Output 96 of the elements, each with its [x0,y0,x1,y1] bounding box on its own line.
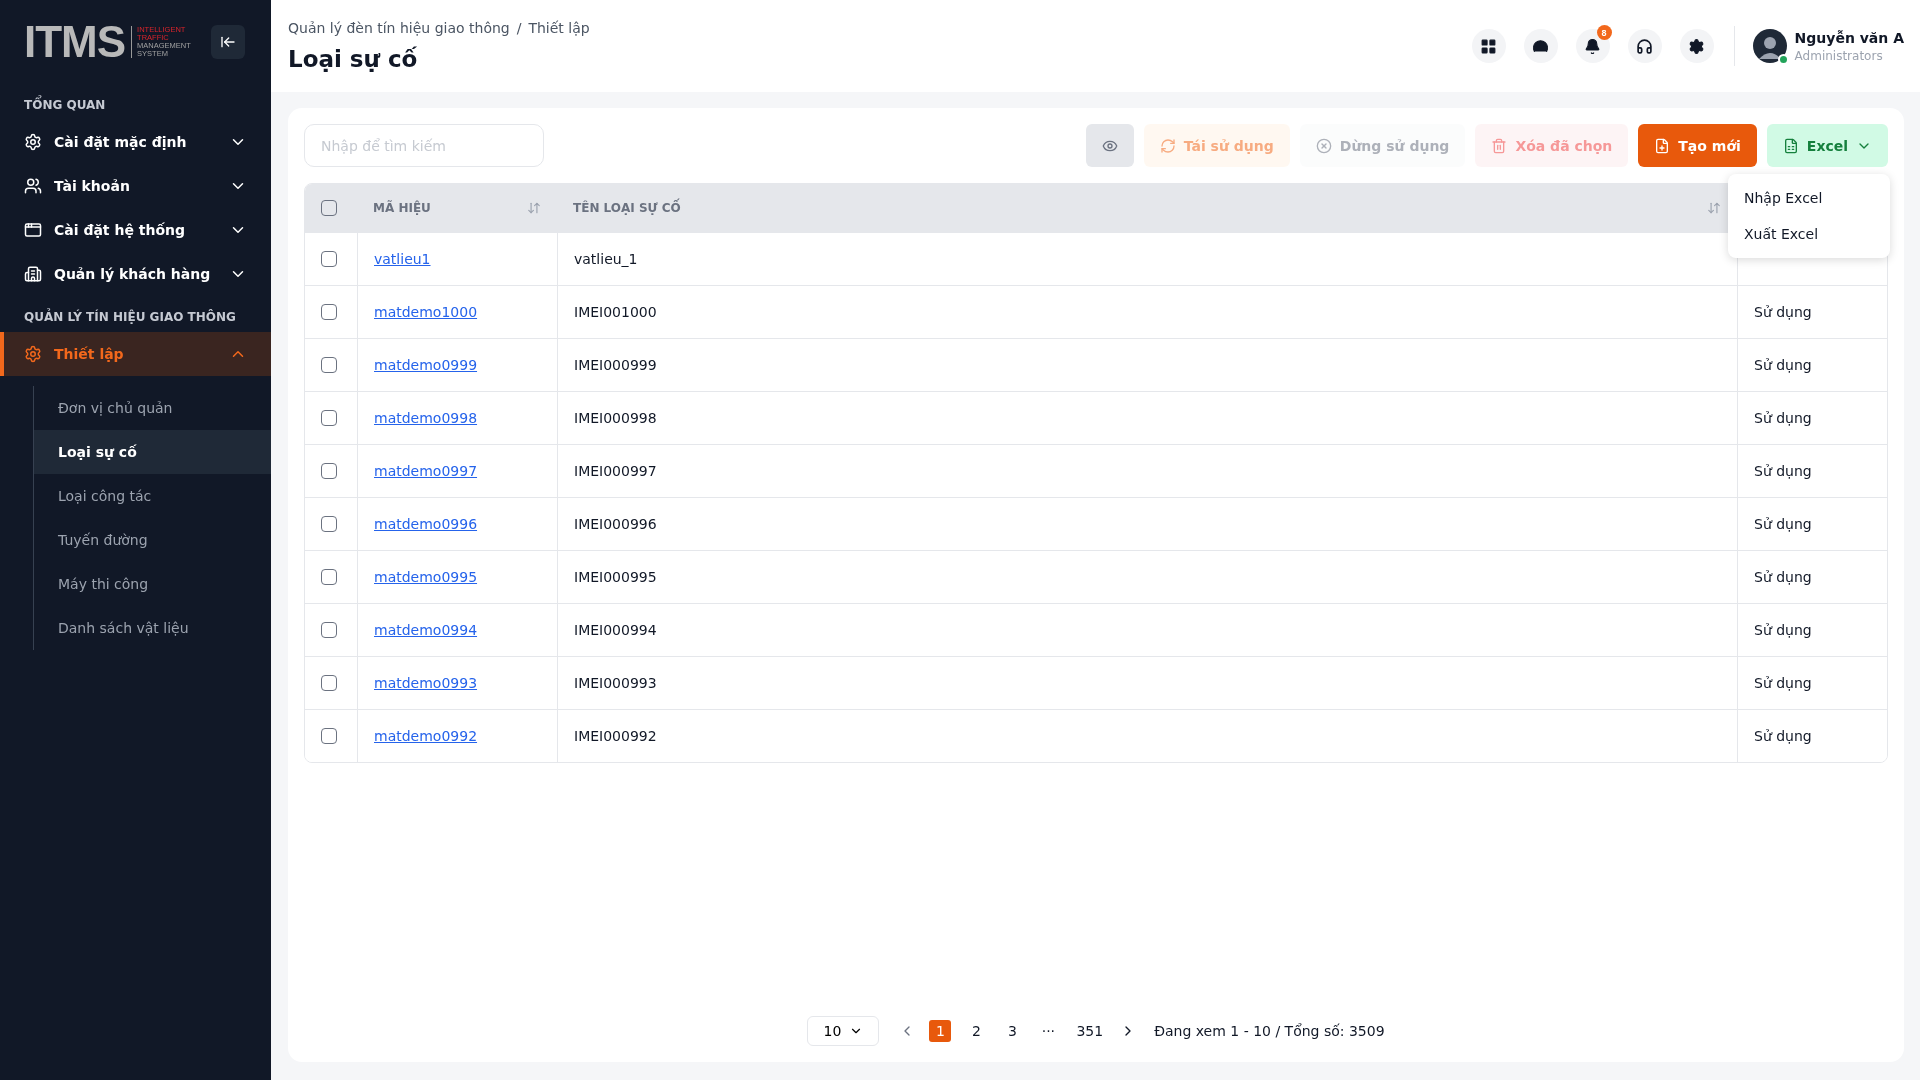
code-link[interactable]: matdemo1000 [374,304,478,320]
sidebar-item[interactable]: Thiết lập [0,332,271,376]
user-name: Nguyễn văn A [1794,29,1904,46]
support-button[interactable] [1627,29,1662,63]
sidebar-section-title: QUẢN LÝ TÍN HIỆU GIAO THÔNG [23,307,237,326]
table-cell: IMEI000994 [574,622,657,638]
notification-badge: 8 [1596,25,1612,40]
sidebar-item-icon [24,177,42,195]
table-cell: vatlieu_1 [574,251,638,267]
code-link[interactable]: matdemo0996 [374,516,478,532]
bell-icon [1584,37,1602,55]
file-plus-icon [1654,137,1671,154]
table-cell: IMEI000992 [574,728,657,744]
pagination-summary: Đang xem 1 - 10 / Tổng số: 3509 [1154,1023,1385,1039]
refresh-icon [1159,137,1176,154]
row-checkbox[interactable] [321,410,337,426]
sidebar-subitem[interactable]: Danh sách vật liệu [34,606,271,650]
page-button[interactable]: 3 [1001,1020,1024,1042]
column-header: MÃ HIỆU [373,201,431,215]
dashboard-button[interactable] [1523,29,1558,63]
code-link[interactable]: matdemo0994 [374,622,478,638]
row-checkbox[interactable] [321,675,337,691]
select-all-checkbox[interactable] [321,200,337,216]
code-link[interactable]: matdemo0992 [374,728,478,744]
circle-x-icon [1315,137,1332,154]
code-link[interactable]: vatlieu1 [374,251,431,267]
sidebar-item-icon [24,345,42,363]
code-link[interactable]: matdemo0995 [374,569,478,585]
code-link[interactable]: matdemo0993 [374,675,478,691]
sidebar-item[interactable]: Tài khoản [0,164,271,208]
table-cell: IMEI000996 [574,516,657,532]
trash-icon [1491,137,1508,154]
table-cell: IMEI000993 [574,675,657,691]
table-cell: IMEI000999 [574,357,657,373]
spreadsheet-icon [1782,137,1799,154]
table-cell: Sử dụng [1754,569,1812,585]
logo-mark: ITMS [24,20,126,64]
sidebar-subitem[interactable]: Loại sự cố [34,430,271,474]
collapse-sidebar-button[interactable] [211,25,245,59]
create-button[interactable]: Tạo mới [1638,124,1757,167]
table-cell: Sử dụng [1754,728,1812,744]
sidebar-section-title: TỔNG QUAN [0,84,271,120]
table-cell: IMEI000995 [574,569,657,585]
row-checkbox[interactable] [321,569,337,585]
row-checkbox[interactable] [321,622,337,638]
sidebar-item[interactable]: Cài đặt mặc định [0,120,271,164]
sidebar-item-icon [24,265,42,283]
excel-button[interactable]: Excel [1766,124,1888,167]
code-link[interactable]: matdemo0998 [374,410,478,426]
breadcrumb-item[interactable]: Thiết lập [528,20,590,36]
table-cell: Sử dụng [1754,463,1812,479]
user-avatar[interactable] [1752,29,1787,63]
sidebar-item-icon [24,133,42,151]
page-size-select[interactable]: 10 [807,1016,880,1046]
table-cell: Sử dụng [1754,622,1812,638]
menu-item[interactable]: Nhập Excel [1728,180,1890,216]
grid-icon [1480,37,1498,55]
view-button[interactable] [1085,124,1134,167]
headset-icon [1636,37,1654,55]
row-checkbox[interactable] [321,357,337,373]
table-cell: Sử dụng [1754,516,1812,532]
row-checkbox[interactable] [321,251,337,267]
page-button[interactable]: 2 [965,1020,988,1042]
gear-icon [1688,37,1706,55]
row-checkbox[interactable] [321,728,337,744]
table-cell: IMEI000998 [574,410,657,426]
user-role: Administrators [1794,48,1884,63]
table-cell: IMEI001000 [574,304,657,320]
row-checkbox[interactable] [321,463,337,479]
table-cell: Sử dụng [1754,357,1812,373]
row-checkbox[interactable] [321,516,337,532]
table-cell: Sử dụng [1754,304,1812,320]
page-title: Loại sự cố [288,46,419,72]
menu-item[interactable]: Xuất Excel [1728,216,1890,252]
settings-button[interactable] [1679,29,1714,63]
code-link[interactable]: matdemo0999 [374,357,478,373]
table-cell: IMEI000997 [574,463,657,479]
sidebar-item[interactable]: Cài đặt hệ thống [0,208,271,252]
sidebar-subitem[interactable]: Tuyến đường [34,518,271,562]
page-button[interactable]: 351 [1073,1020,1107,1042]
table-cell: Sử dụng [1754,410,1812,426]
breadcrumb-separator: / [516,20,522,36]
sidebar-subitem[interactable]: Máy thi công [34,562,271,606]
arrow-to-line-icon [220,34,236,50]
apps-button[interactable] [1471,29,1506,63]
search-field[interactable]: Nhập để tìm kiếm [304,124,544,167]
sidebar-item[interactable]: Quản lý khách hàng [0,252,271,296]
table-cell: Sử dụng [1754,675,1812,691]
breadcrumb-item[interactable]: Quản lý đèn tín hiệu giao thông [288,20,510,36]
sidebar-subitem[interactable]: Đơn vị chủ quản [34,386,271,430]
page-button[interactable]: 1 [929,1020,952,1042]
sidebar-subitem[interactable]: Loại công tác [34,474,271,518]
row-checkbox[interactable] [321,304,337,320]
page-button[interactable]: ··· [1037,1020,1060,1042]
code-link[interactable]: matdemo0997 [374,463,478,479]
sidebar-item-icon [24,221,42,239]
